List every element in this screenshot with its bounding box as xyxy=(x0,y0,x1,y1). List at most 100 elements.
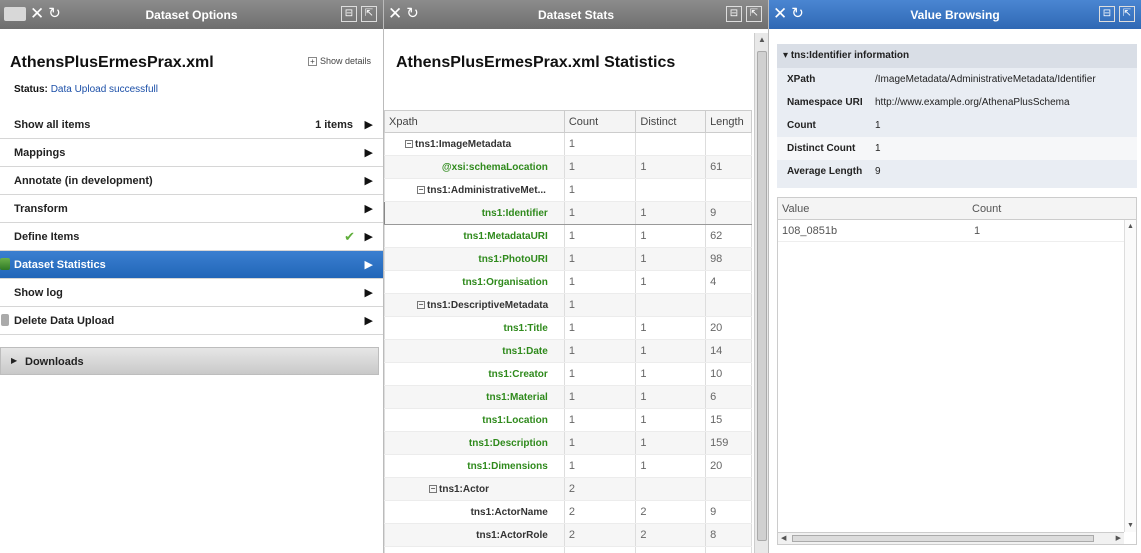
distinct-cell: 1 xyxy=(635,270,707,294)
table-row[interactable]: tns1:MetadataURI 1 1 62 xyxy=(384,224,752,248)
collapse-icon[interactable]: − xyxy=(417,300,425,309)
collapsed-tab[interactable] xyxy=(4,7,26,21)
value-horizontal-scrollbar[interactable]: ◀ ▶ xyxy=(778,532,1124,544)
items-count: 1 items xyxy=(315,119,353,131)
count-cell: 1 xyxy=(563,155,637,179)
xpath-cell[interactable]: − tns1:DescriptiveMetadata xyxy=(384,293,565,317)
table-row[interactable]: tns1:Organisation 1 1 4 xyxy=(384,270,752,294)
xpath-cell[interactable]: tns1:Dimensions xyxy=(384,454,565,478)
xpath-cell[interactable]: tns1:Material xyxy=(384,385,565,409)
xpath-cell[interactable]: tns1:PhotoURI xyxy=(384,247,565,271)
distinct-cell: 1 xyxy=(635,454,707,478)
xpath-cell[interactable]: tns1:Identifier xyxy=(384,201,565,225)
info-heading[interactable]: ▾ tns:Identifier information xyxy=(777,44,1137,68)
menu-show-all-items[interactable]: Show all items 1 items ▶ xyxy=(0,111,383,139)
table-row[interactable]: − tns1:DescriptiveMetadata 1 xyxy=(384,293,752,317)
xpath-cell[interactable]: −tns1:RetrievalMetadata xyxy=(384,546,565,553)
xpath-cell[interactable]: tns1:ActorName xyxy=(384,500,565,524)
xpath-cell[interactable]: tns1:Organisation xyxy=(384,270,565,294)
count-cell: 2 xyxy=(563,477,637,501)
col-distinct[interactable]: Distinct xyxy=(635,110,707,133)
scroll-up-icon[interactable]: ▲ xyxy=(1127,223,1134,230)
xpath-label: tns1:Organisation xyxy=(462,276,548,288)
menu-mappings[interactable]: Mappings ▶ xyxy=(0,139,383,167)
popout-icon[interactable]: ⇱ xyxy=(361,6,377,22)
table-row[interactable]: tns1:Location 1 1 15 xyxy=(384,408,752,432)
show-details-link[interactable]: + Show details xyxy=(307,56,371,66)
popout-icon[interactable]: ⇱ xyxy=(746,6,762,22)
table-row[interactable]: @xsi:schemaLocation 1 1 61 xyxy=(384,155,752,179)
menu-dataset-statistics[interactable]: Dataset Statistics ▶ xyxy=(0,251,383,279)
menu-define-items[interactable]: Define Items ✔ ▶ xyxy=(0,223,383,251)
table-row[interactable]: − tns1:ImageMetadata 1 xyxy=(384,132,752,156)
refresh-icon[interactable]: ↻ xyxy=(406,4,419,24)
xpath-cell[interactable]: tns1:ActorRole xyxy=(384,523,565,547)
menu-delete-data-upload[interactable]: Delete Data Upload ▶ xyxy=(0,307,383,335)
table-row[interactable]: tns1:Identifier 1 1 9 xyxy=(384,201,752,225)
table-row[interactable]: tns1:Dimensions 1 1 20 xyxy=(384,454,752,478)
length-cell: 8 xyxy=(705,523,752,547)
dataset-options-titlebar: ✕ ↻ Dataset Options ⊟ ⇱ xyxy=(0,0,383,29)
scroll-left-icon[interactable]: ◀ xyxy=(781,534,786,542)
downloads-section[interactable]: ▶ Downloads xyxy=(0,347,379,375)
table-row[interactable]: tns1:ActorName 2 2 9 xyxy=(384,500,752,524)
scrollbar-thumb[interactable] xyxy=(792,535,1094,542)
close-icon[interactable]: ✕ xyxy=(388,4,402,24)
table-row[interactable]: tns1:Title 1 1 20 xyxy=(384,316,752,340)
xpath-cell[interactable]: tns1:Description xyxy=(384,431,565,455)
col-length[interactable]: Length xyxy=(705,110,752,133)
table-row[interactable]: tns1:Date 1 1 14 xyxy=(384,339,752,363)
xpath-cell[interactable]: − tns1:Actor xyxy=(384,477,565,501)
scroll-up-icon[interactable]: ▲ xyxy=(758,35,766,44)
refresh-icon[interactable]: ↻ xyxy=(48,4,61,24)
collapse-icon[interactable]: − xyxy=(417,185,425,194)
value-vertical-scrollbar[interactable]: ▲ ▼ xyxy=(1124,220,1136,532)
minimize-icon[interactable]: ⊟ xyxy=(1099,6,1115,22)
close-icon[interactable]: ✕ xyxy=(30,4,44,24)
collapse-icon[interactable]: − xyxy=(405,139,413,148)
col-count[interactable]: Count xyxy=(972,203,1001,215)
table-row[interactable]: tns1:PhotoURI 1 1 98 xyxy=(384,247,752,271)
stats-scrollbar[interactable]: ▲ xyxy=(754,33,768,553)
table-row[interactable]: tns1:ActorRole 2 2 8 xyxy=(384,523,752,547)
minimize-icon[interactable]: ⊟ xyxy=(341,6,357,22)
col-count[interactable]: Count xyxy=(563,110,637,133)
menu-annotate[interactable]: Annotate (in development) ▶ xyxy=(0,167,383,195)
menu-item-label: Dataset Statistics xyxy=(14,259,106,271)
table-row[interactable]: − tns1:Actor 2 xyxy=(384,477,752,501)
xpath-label: tns1:ImageMetadata xyxy=(415,138,512,150)
xpath-cell[interactable]: tns1:MetadataURI xyxy=(384,224,565,248)
col-value[interactable]: Value xyxy=(782,203,809,215)
table-row[interactable]: −tns1:RetrievalMetadata1 xyxy=(384,546,752,553)
table-row[interactable]: tns1:Description 1 1 159 xyxy=(384,431,752,455)
length-cell xyxy=(705,132,752,156)
value-cell: 108_0851b xyxy=(782,225,838,237)
table-row[interactable]: tns1:Creator 1 1 10 xyxy=(384,362,752,386)
close-icon[interactable]: ✕ xyxy=(773,4,787,24)
scroll-right-icon[interactable]: ▶ xyxy=(1116,534,1121,542)
menu-show-log[interactable]: Show log ▶ xyxy=(0,279,383,307)
refresh-icon[interactable]: ↻ xyxy=(791,4,804,24)
distinct-cell: 1 xyxy=(635,408,707,432)
minimize-icon[interactable]: ⊟ xyxy=(726,6,742,22)
xpath-cell[interactable]: tns1:Title xyxy=(384,316,565,340)
scroll-down-icon[interactable]: ▼ xyxy=(1127,522,1134,529)
menu-item-label: Annotate (in development) xyxy=(14,175,153,187)
collapse-icon[interactable]: − xyxy=(429,484,437,493)
table-row[interactable]: 108_0851b 1 xyxy=(778,220,1136,242)
info-row-xpath: XPath /ImageMetadata/AdministrativeMetad… xyxy=(777,68,1137,91)
count-cell: 1 xyxy=(563,454,637,478)
table-row[interactable]: tns1:Material 1 1 6 xyxy=(384,385,752,409)
xpath-cell[interactable]: tns1:Creator xyxy=(384,362,565,386)
table-row[interactable]: − tns1:AdministrativeMet... 1 xyxy=(384,178,752,202)
xpath-cell[interactable]: − tns1:AdministrativeMet... xyxy=(384,178,565,202)
popout-icon[interactable]: ⇱ xyxy=(1119,6,1135,22)
scrollbar-thumb[interactable] xyxy=(757,51,767,541)
length-cell: 61 xyxy=(705,155,752,179)
xpath-cell[interactable]: tns1:Date xyxy=(384,339,565,363)
xpath-cell[interactable]: tns1:Location xyxy=(384,408,565,432)
menu-transform[interactable]: Transform ▶ xyxy=(0,195,383,223)
xpath-cell[interactable]: − tns1:ImageMetadata xyxy=(384,132,565,156)
col-xpath[interactable]: Xpath xyxy=(384,110,565,133)
xpath-cell[interactable]: @xsi:schemaLocation xyxy=(384,155,565,179)
